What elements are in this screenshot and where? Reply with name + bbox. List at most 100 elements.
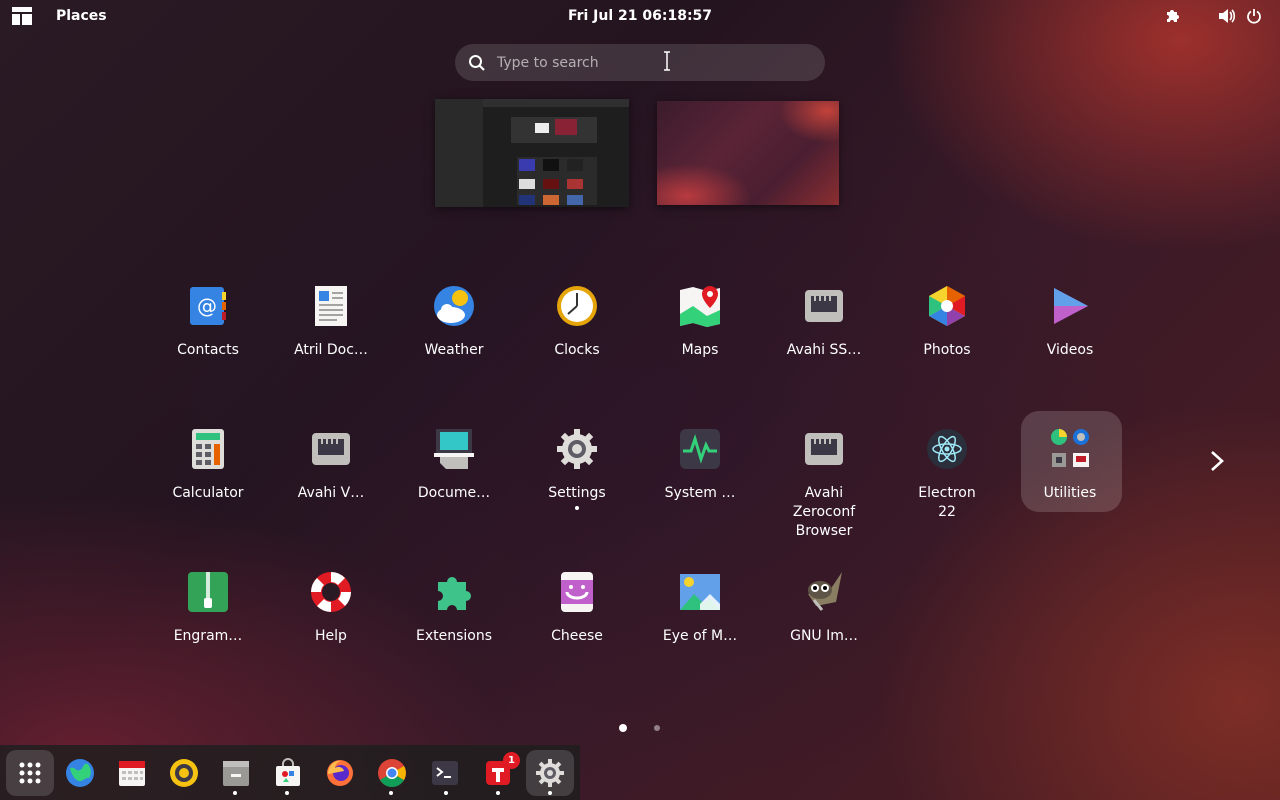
contacts-icon: @ (190, 287, 226, 325)
dock-browser[interactable] (56, 750, 104, 796)
network-icon (805, 290, 843, 322)
app-eye-of-mate[interactable]: Eye of M… (650, 570, 750, 646)
app-engrampa[interactable]: Engram… (158, 570, 258, 646)
app-maps[interactable]: Maps (650, 284, 750, 360)
volume-icon[interactable] (1218, 0, 1236, 32)
app-label: Clocks (554, 342, 600, 358)
running-indicator (444, 791, 448, 795)
app-label: Atril Doc… (294, 342, 368, 358)
app-label: Avahi Zeroconf Browser (792, 485, 856, 539)
app-label: Utilities (1043, 485, 1097, 501)
app-contacts[interactable]: @ Contacts (158, 284, 258, 360)
app-label: Eye of M… (662, 628, 738, 644)
running-indicator (548, 791, 552, 795)
network-icon (805, 433, 843, 465)
app-photos[interactable]: Photos (897, 284, 997, 360)
app-document-scanner[interactable]: Docume… (404, 427, 504, 503)
firefox-icon (327, 760, 353, 786)
extensions-icon[interactable] (1164, 0, 1182, 32)
dock-rhythmbox[interactable] (160, 750, 208, 796)
app-label: Help (315, 628, 347, 644)
text-cursor-icon (664, 51, 670, 71)
globe-icon (66, 759, 94, 787)
dock-calendar[interactable] (108, 750, 156, 796)
app-label: Extensions (415, 628, 493, 644)
app-gimp[interactable]: GNU Im… (774, 570, 874, 646)
music-icon (170, 759, 198, 787)
software-icon (276, 758, 300, 786)
search-input[interactable]: Type to search (455, 44, 825, 81)
app-label: Electron 22 (918, 485, 976, 520)
chrome-icon (378, 759, 406, 787)
clock[interactable]: Fri Jul 21 06:18:57 (560, 0, 720, 32)
app-label: Docume… (417, 485, 491, 501)
search-placeholder: Type to search (497, 54, 599, 71)
app-label: Calculator (172, 485, 244, 501)
document-scanner-icon (434, 429, 474, 469)
app-avahi-vnc[interactable]: Avahi V… (281, 427, 381, 503)
activities-icon[interactable] (12, 0, 32, 32)
app-folder-utilities[interactable]: Utilities (1020, 427, 1120, 503)
app-label: Contacts (177, 342, 239, 358)
weather-icon (434, 286, 474, 326)
puzzle-icon (438, 577, 471, 610)
clocks-icon (557, 286, 597, 326)
running-indicator (389, 791, 393, 795)
workspace-thumbnail-1[interactable] (435, 99, 629, 207)
page-indicator-2[interactable] (654, 725, 660, 731)
terminal-icon (432, 761, 458, 785)
dock-software[interactable] (264, 750, 312, 796)
gear-icon (557, 429, 597, 469)
places-menu[interactable]: Places (56, 0, 107, 32)
app-avahi-ssh[interactable]: Avahi SS… (774, 284, 874, 360)
electron-icon (927, 429, 967, 469)
search-icon (469, 54, 485, 71)
power-icon[interactable] (1246, 0, 1264, 32)
photos-icon (929, 286, 965, 326)
dock-terminal[interactable] (421, 750, 469, 796)
dock-firefox[interactable] (316, 750, 364, 796)
running-indicator (496, 791, 500, 795)
app-label: Cheese (551, 628, 603, 644)
dock-files[interactable] (212, 750, 260, 796)
chevron-right-icon[interactable] (1205, 449, 1229, 473)
grid-icon (19, 762, 41, 784)
app-cheese[interactable]: Cheese (527, 570, 627, 646)
running-indicator (285, 791, 289, 795)
svg-text:@: @ (197, 294, 217, 318)
gimp-icon (808, 572, 842, 611)
image-viewer-icon (680, 574, 720, 610)
cheese-icon (561, 572, 593, 612)
system-monitor-icon (680, 429, 720, 469)
running-indicator (233, 791, 237, 795)
app-avahi-zeroconf[interactable]: Avahi Zeroconf Browser (774, 427, 874, 541)
app-settings[interactable]: Settings (527, 427, 627, 510)
app-label: Videos (1046, 342, 1094, 358)
calendar-icon (119, 761, 145, 786)
app-label: Photos (923, 342, 971, 358)
maps-icon (680, 286, 720, 327)
app-help[interactable]: Help (281, 570, 381, 646)
app-label: Settings (548, 485, 606, 501)
app-calculator[interactable]: Calculator (158, 427, 258, 503)
dock-chrome[interactable] (368, 750, 416, 796)
app-system-monitor[interactable]: System … (650, 427, 750, 503)
workspace-thumbnail-2[interactable] (657, 101, 839, 205)
dock-settings[interactable] (526, 750, 574, 796)
app-electron[interactable]: Electron 22 (897, 427, 997, 522)
page-indicator-1[interactable] (619, 724, 627, 732)
atril-icon (315, 286, 347, 326)
videos-icon (1054, 288, 1088, 324)
gear-icon (536, 759, 564, 787)
show-apps-button[interactable] (6, 750, 54, 796)
app-extensions[interactable]: Extensions (404, 570, 504, 646)
app-clocks[interactable]: Clocks (527, 284, 627, 360)
app-label: System … (664, 485, 736, 501)
top-bar: Places Fri Jul 21 06:18:57 (0, 0, 1280, 32)
app-atril[interactable]: Atril Doc… (281, 284, 381, 360)
app-weather[interactable]: Weather (404, 284, 504, 360)
app-videos[interactable]: Videos (1020, 284, 1120, 360)
files-icon (223, 761, 249, 786)
notification-badge: 1 (503, 752, 520, 769)
network-icon (312, 433, 350, 465)
